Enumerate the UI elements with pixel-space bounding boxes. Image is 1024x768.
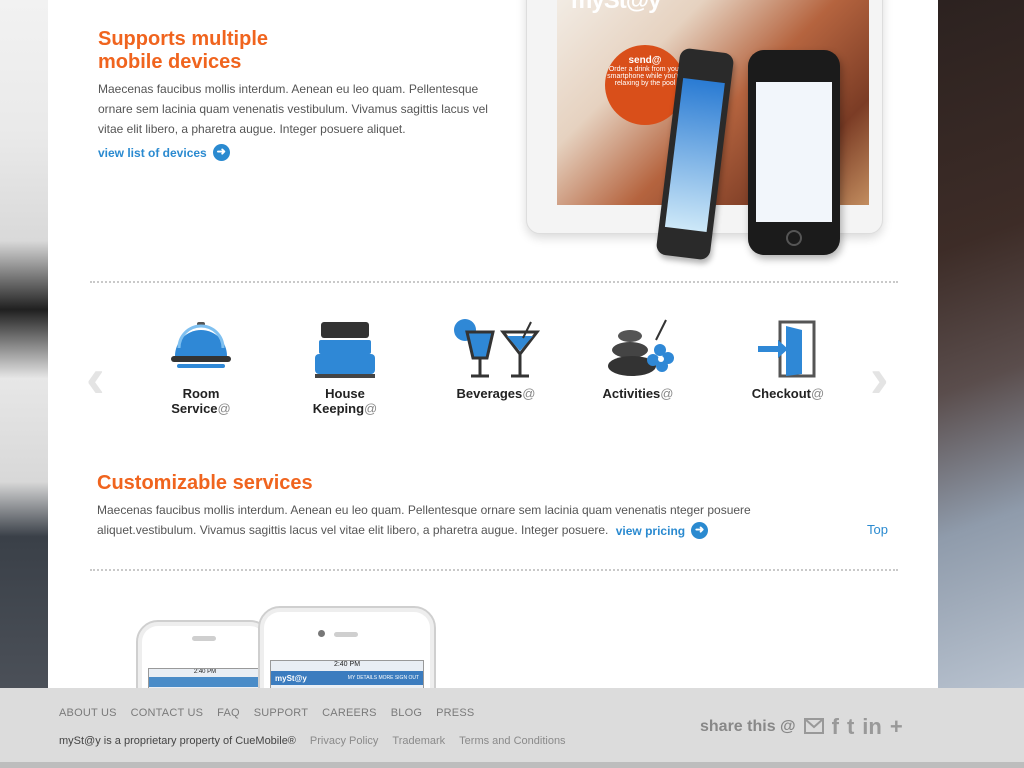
devices-heading-line1: Supports multiple: [98, 28, 268, 50]
facebook-share-icon[interactable]: f: [832, 716, 839, 738]
email-share-icon[interactable]: [803, 716, 824, 738]
phone-back-time: 2:40 PM: [193, 669, 217, 675]
view-pricing-label: view pricing: [615, 523, 686, 538]
share-label: share this @: [700, 718, 796, 735]
service-room-suffix: @: [217, 401, 231, 416]
service-beverages-label: Beverages: [456, 386, 523, 401]
phone-mockup-back: 2:40 PM: [136, 620, 272, 688]
service-activities-label: Activities: [602, 386, 661, 401]
customizable-heading: Customizable services: [97, 472, 313, 494]
service-housekeeping-line2: Keeping: [312, 401, 365, 416]
iphone-screen: [756, 82, 832, 222]
bed-icon: [313, 318, 377, 382]
customizable-body: Maecenas faucibus mollis interdum. Aenea…: [97, 500, 797, 541]
terms-link[interactable]: Terms and Conditions: [459, 735, 565, 747]
view-devices-link[interactable]: view list of devices ➜: [98, 144, 230, 161]
devices-body: Maecenas faucibus mollis interdum. Aenea…: [98, 82, 488, 136]
exit-door-icon: [756, 318, 820, 382]
phone-front-brand: mySt@y: [275, 673, 307, 683]
phone-screen: 2:40 PM: [148, 668, 262, 688]
background-photo-left: [0, 0, 48, 688]
phone-speaker: [192, 636, 216, 641]
iphone-mockup: [748, 50, 840, 255]
footer-legal: mySt@y is a proprietary property of CueM…: [59, 735, 566, 747]
service-room-service[interactable]: Room Service@: [152, 318, 250, 416]
main-content: Supports multiple mobile devices Maecena…: [48, 0, 938, 688]
footer-link-support[interactable]: SUPPORT: [254, 707, 308, 719]
cocktail-icon: [451, 318, 541, 382]
bubble-text: Order a drink from your smartphone while…: [607, 66, 683, 87]
service-housekeeping-line1: House: [325, 386, 365, 401]
phone-front-menu: MY DETAILS MORE SIGN OUT: [347, 675, 419, 681]
arrow-right-icon: ➜: [691, 522, 709, 540]
devices-heading: Supports multiple mobile devices: [98, 28, 268, 74]
more-share-plus-icon[interactable]: +: [890, 716, 903, 738]
carousel-next-arrow[interactable]: ›: [870, 350, 889, 406]
phone-back-header: [149, 677, 261, 687]
phone-front-time: 2:40 PM: [333, 661, 361, 668]
footer-link-blog[interactable]: BLOG: [391, 707, 422, 719]
footer-link-about-us[interactable]: ABOUT US: [59, 707, 117, 719]
phone-screen: 2:40 PM mySt@y MY DETAILS MORE SIGN OUT: [270, 660, 424, 688]
spa-stones-icon: [606, 318, 674, 382]
footer-nav: ABOUT US CONTACT US FAQ SUPPORT CAREERS …: [59, 707, 474, 719]
service-housekeeping-suffix: @: [364, 401, 378, 416]
view-pricing-link[interactable]: view pricing ➜: [615, 521, 709, 541]
service-checkout-suffix: @: [811, 386, 825, 401]
twitter-share-icon[interactable]: t: [847, 716, 854, 738]
service-checkout[interactable]: Checkout@: [740, 318, 836, 401]
background-photo-right: [938, 0, 1024, 688]
service-room-line2: Service: [171, 401, 218, 416]
footer-link-contact-us[interactable]: CONTACT US: [131, 707, 204, 719]
arrow-right-icon: ➜: [212, 144, 230, 161]
phone-speaker: [334, 632, 358, 637]
phone-camera: [318, 630, 325, 637]
section-divider: [90, 569, 898, 571]
trademark-link[interactable]: Trademark: [392, 735, 445, 747]
privacy-policy-link[interactable]: Privacy Policy: [310, 735, 378, 747]
service-activities[interactable]: Activities@: [590, 318, 686, 401]
bubble-title: send@: [628, 55, 662, 66]
footer: ABOUT US CONTACT US FAQ SUPPORT CAREERS …: [0, 688, 1024, 768]
footer-link-press[interactable]: PRESS: [436, 707, 474, 719]
linkedin-share-icon[interactable]: in: [862, 716, 882, 738]
footer-link-faq[interactable]: FAQ: [217, 707, 240, 719]
service-beverages-suffix: @: [522, 386, 536, 401]
back-to-top-link[interactable]: Top: [867, 522, 888, 537]
room-service-cloche-icon: [169, 318, 233, 382]
footer-link-careers[interactable]: CAREERS: [322, 707, 377, 719]
service-room-line1: Room: [182, 386, 220, 401]
phone-front-header: mySt@y MY DETAILS MORE SIGN OUT: [271, 671, 423, 685]
view-devices-link-label: view list of devices: [98, 145, 207, 160]
section-divider: [90, 281, 898, 283]
service-beverages[interactable]: Beverages@: [444, 318, 548, 401]
devices-heading-line2: mobile devices: [98, 51, 242, 73]
service-activities-suffix: @: [660, 386, 674, 401]
phone-mockup-front: 2:40 PM mySt@y MY DETAILS MORE SIGN OUT: [258, 606, 436, 688]
carousel-prev-arrow[interactable]: ‹: [86, 350, 105, 406]
copyright-text: mySt@y is a proprietary property of CueM…: [59, 735, 296, 747]
service-checkout-label: Checkout: [751, 386, 812, 401]
tablet-brand-logo: mySt@y: [571, 0, 661, 14]
share-bar: share this @ f t in +: [700, 716, 903, 738]
service-housekeeping[interactable]: House Keeping@: [296, 318, 394, 416]
iphone-home-button: [786, 230, 802, 246]
